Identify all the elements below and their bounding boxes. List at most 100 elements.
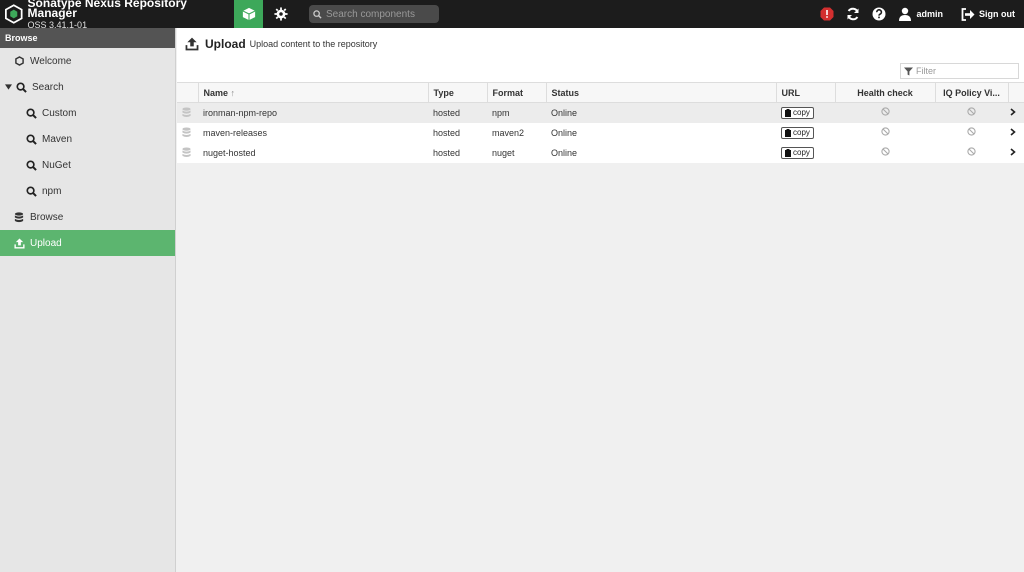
copy-url-button[interactable]: copy <box>781 126 814 139</box>
row-chevron[interactable] <box>1008 103 1024 123</box>
sort-asc-icon: ↑ <box>230 87 236 98</box>
chevron-right-icon <box>1010 108 1016 116</box>
row-chevron[interactable] <box>1008 143 1024 163</box>
cell-health-check <box>835 103 935 123</box>
clipboard-icon <box>785 128 791 137</box>
cube-icon <box>242 7 255 21</box>
sidebar-item-label: NuGet <box>42 159 71 171</box>
nexus-logo-icon <box>5 4 23 24</box>
user-account-button[interactable]: admin <box>898 0 943 28</box>
repository-icon <box>177 143 198 163</box>
disabled-icon[interactable] <box>880 147 890 156</box>
disabled-icon[interactable] <box>880 127 890 136</box>
sidebar-item-npm[interactable]: npm <box>0 178 175 204</box>
cell-url: copy <box>776 123 835 143</box>
page-title: Upload <box>205 37 246 51</box>
gear-icon <box>273 7 288 21</box>
cell-health-check <box>835 143 935 163</box>
table-header-row: Name ↑ Type Format Status URL Health che… <box>177 82 1024 103</box>
cell-name: ironman-npm-repo <box>203 107 278 118</box>
sidebar-item-label: npm <box>42 185 62 197</box>
sign-out-label: Sign out <box>979 9 1015 19</box>
column-header-name[interactable]: Name ↑ <box>198 82 429 103</box>
column-header-status[interactable]: Status <box>546 82 777 103</box>
refresh-button[interactable] <box>840 0 866 28</box>
column-header-format[interactable]: Format <box>487 82 547 103</box>
admin-mode-button[interactable] <box>266 0 295 28</box>
browse-mode-button[interactable] <box>234 0 263 28</box>
sidebar-item-label: Upload <box>30 237 62 249</box>
search-components-box[interactable] <box>309 5 439 23</box>
upload-icon <box>185 37 199 51</box>
cell-status: Online <box>551 107 578 118</box>
disabled-icon[interactable] <box>967 147 976 156</box>
repository-table: Name ↑ Type Format Status URL Health che… <box>177 82 1024 163</box>
column-header-type[interactable]: Type <box>428 82 488 103</box>
main-panel: Upload Upload content to the repository <box>177 28 1024 572</box>
app-title: Sonatype Nexus Repository Manager <box>27 0 187 20</box>
cell-type: hosted <box>433 127 461 138</box>
sidebar: Browse Welcome Search Custom Maven NuGet <box>0 28 176 572</box>
cell-status: Online <box>551 147 578 158</box>
filter-input[interactable] <box>916 66 1016 76</box>
sidebar-header: Browse <box>0 28 175 48</box>
hexagon-icon <box>13 55 25 67</box>
repository-icon <box>177 103 198 123</box>
help-button[interactable] <box>866 0 892 28</box>
database-icon <box>13 211 25 223</box>
cell-health-check <box>835 123 935 143</box>
sidebar-item-label: Search <box>32 81 64 93</box>
system-alert-button[interactable] <box>814 0 840 28</box>
caret-down-icon[interactable] <box>3 82 13 92</box>
copy-url-button[interactable]: copy <box>781 106 814 119</box>
cell-format: npm <box>492 107 510 118</box>
disabled-icon[interactable] <box>880 107 890 116</box>
search-components-input[interactable] <box>326 8 436 20</box>
table-row[interactable]: ironman-npm-repo hosted npm Online copy <box>177 102 1024 123</box>
column-header-health-check[interactable]: Health check <box>835 82 936 103</box>
clipboard-icon <box>785 148 791 157</box>
cell-url: copy <box>776 103 835 123</box>
filter-box[interactable] <box>900 63 1019 79</box>
sign-out-button[interactable]: Sign out <box>961 0 1015 28</box>
table-row[interactable]: nuget-hosted hosted nuget Online copy <box>177 143 1024 163</box>
sidebar-item-label: Custom <box>42 107 77 119</box>
disabled-icon[interactable] <box>967 107 976 116</box>
search-icon <box>25 107 37 119</box>
search-icon <box>25 159 37 171</box>
column-header-url[interactable]: URL <box>776 82 836 103</box>
sidebar-item-nuget[interactable]: NuGet <box>0 152 175 178</box>
search-icon <box>15 81 27 93</box>
sidebar-item-maven[interactable]: Maven <box>0 126 175 152</box>
chevron-right-icon <box>1010 127 1016 136</box>
cell-name: nuget-hosted <box>203 147 256 158</box>
search-icon <box>313 9 322 19</box>
sidebar-item-custom[interactable]: Custom <box>0 100 175 126</box>
sidebar-item-browse[interactable]: Browse <box>0 204 175 230</box>
disabled-icon[interactable] <box>967 127 976 136</box>
repository-icon <box>177 123 198 143</box>
sidebar-item-upload[interactable]: Upload <box>0 230 175 256</box>
alert-icon <box>820 7 834 21</box>
chevron-right-icon <box>1010 147 1016 156</box>
clipboard-icon <box>785 108 791 117</box>
upload-icon <box>13 237 25 249</box>
top-bar: Sonatype Nexus Repository Manager OSS 3.… <box>0 0 1024 30</box>
sidebar-item-label: Welcome <box>30 55 72 67</box>
table-row[interactable]: maven-releases hosted maven2 Online copy <box>177 123 1024 143</box>
column-header-icon <box>177 82 199 103</box>
cell-type: hosted <box>433 107 461 118</box>
cell-url: copy <box>776 143 835 163</box>
search-icon <box>25 133 37 145</box>
column-header-iq-policy[interactable]: IQ Policy Vi... <box>935 82 1009 103</box>
copy-url-button[interactable]: copy <box>781 146 814 159</box>
row-chevron[interactable] <box>1008 123 1024 143</box>
panel-header: Upload Upload content to the repository <box>177 28 1024 82</box>
search-icon <box>25 185 37 197</box>
sidebar-item-welcome[interactable]: Welcome <box>0 48 175 74</box>
brand[interactable]: Sonatype Nexus Repository Manager OSS 3.… <box>0 0 234 30</box>
cell-status: Online <box>551 127 578 138</box>
sidebar-item-search[interactable]: Search <box>0 74 175 100</box>
column-header-spacer <box>1008 82 1024 103</box>
sign-out-icon <box>961 7 975 21</box>
